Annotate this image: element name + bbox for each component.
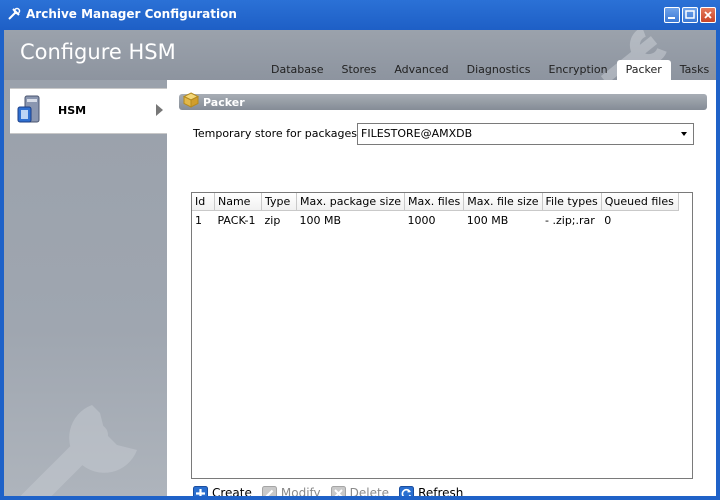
edit-icon	[261, 485, 277, 496]
refresh-icon	[399, 485, 415, 496]
window-title: Archive Manager Configuration	[26, 7, 237, 21]
tab-database[interactable]: Database	[262, 60, 333, 80]
delete-icon	[330, 485, 346, 496]
sidebar: HSM	[4, 80, 167, 496]
column-header-max-package-size[interactable]: Max. package size	[296, 193, 405, 211]
table-header-row: Id Name Type Max. package size Max. file…	[192, 193, 679, 211]
store-label: Temporary store for packages:	[193, 127, 361, 140]
app-window: Archive Manager Configuration Configure …	[0, 0, 720, 500]
column-header-type[interactable]: Type	[261, 193, 297, 211]
minimize-button[interactable]	[664, 7, 680, 23]
column-header-name[interactable]: Name	[214, 193, 262, 211]
maximize-button[interactable]	[682, 7, 698, 23]
tab-packer[interactable]: Packer	[616, 60, 671, 80]
section-title: Packer	[203, 96, 245, 109]
cell-max-files: 1000	[407, 213, 436, 227]
column-header-id[interactable]: Id	[192, 193, 215, 211]
wrench-watermark-icon	[20, 405, 137, 496]
modify-button[interactable]: Modify	[261, 485, 321, 496]
refresh-button[interactable]: Refresh	[399, 485, 464, 496]
temporary-store-value: FILESTORE@AMXDB	[361, 127, 473, 140]
column-header-queued-files[interactable]: Queued files	[601, 193, 679, 211]
header-band: Configure HSM Database Stores Advanced D…	[4, 30, 716, 80]
packer-panel: Packer Temporary store for packages: FIL…	[167, 80, 716, 496]
tab-diagnostics[interactable]: Diagnostics	[458, 60, 540, 80]
close-icon	[704, 11, 712, 19]
sidebar-item-label: HSM	[58, 104, 87, 117]
tab-stores[interactable]: Stores	[333, 60, 386, 80]
cell-queued-files: 0	[604, 213, 612, 227]
cell-name: PACK-1	[217, 213, 256, 227]
tools-icon	[8, 7, 21, 20]
delete-button[interactable]: Delete	[330, 485, 390, 496]
sidebar-item-hsm[interactable]: HSM	[10, 88, 167, 134]
client-area: Configure HSM Database Stores Advanced D…	[4, 30, 716, 496]
column-header-file-types[interactable]: File types	[542, 193, 602, 211]
cell-file-types: - .zip;.rar	[545, 213, 595, 227]
table-row[interactable]: 1 PACK-1 zip 100 MB 1000 100 MB - .zip;.…	[192, 211, 678, 230]
modify-label: Modify	[280, 486, 321, 496]
packages-table: Id Name Type Max. package size Max. file…	[192, 193, 679, 229]
cell-max-package-size: 100 MB	[299, 213, 342, 227]
package-icon	[183, 92, 199, 108]
hsm-server-icon	[17, 95, 40, 123]
title-bar[interactable]: Archive Manager Configuration	[0, 0, 720, 30]
add-icon	[193, 485, 208, 496]
delete-label: Delete	[349, 486, 390, 496]
temporary-store-select[interactable]: FILESTORE@AMXDB	[357, 123, 694, 145]
maximize-icon	[685, 10, 695, 19]
packages-grid[interactable]: Id Name Type Max. package size Max. file…	[191, 192, 693, 479]
cell-id: 1	[195, 213, 202, 227]
tab-tasks[interactable]: Tasks	[671, 60, 716, 80]
close-button[interactable]	[700, 7, 716, 23]
chevron-right-icon	[156, 104, 163, 116]
tab-strip: Database Stores Advanced Diagnostics Enc…	[262, 60, 716, 80]
create-label: Create	[212, 486, 252, 496]
chevron-down-icon[interactable]	[681, 132, 687, 136]
tab-encryption[interactable]: Encryption	[540, 60, 617, 80]
section-header: Packer	[179, 92, 707, 110]
minimize-icon	[668, 17, 675, 19]
refresh-label: Refresh	[418, 486, 464, 496]
page-title: Configure HSM	[20, 40, 176, 64]
column-header-max-file-size[interactable]: Max. file size	[463, 193, 543, 211]
column-header-max-files[interactable]: Max. files	[404, 193, 465, 211]
grid-toolbar: Create Modify Delete Refresh	[193, 483, 473, 496]
cell-type: zip	[264, 213, 281, 227]
create-button[interactable]: Create	[193, 485, 252, 496]
cell-max-file-size: 100 MB	[466, 213, 509, 227]
tab-advanced[interactable]: Advanced	[385, 60, 457, 80]
